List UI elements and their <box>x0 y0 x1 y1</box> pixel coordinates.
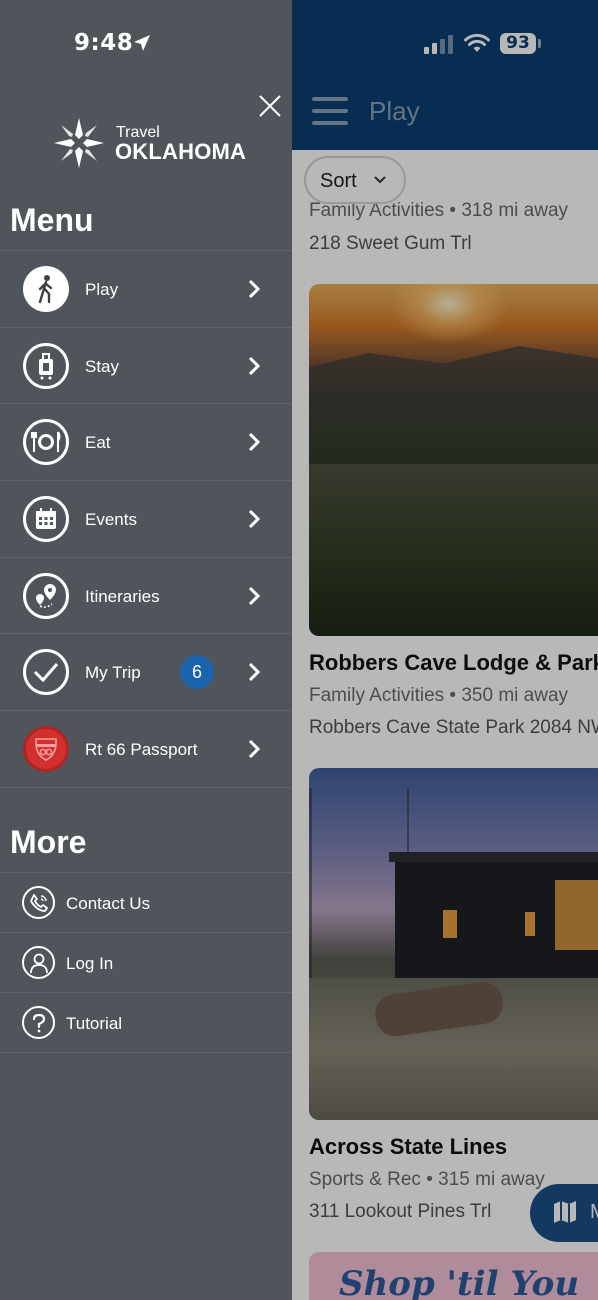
close-icon[interactable] <box>258 94 282 118</box>
more-item-label: Contact Us <box>66 894 151 913</box>
menu-item-play[interactable]: Play <box>0 251 292 328</box>
menu-item-stay[interactable]: Stay <box>0 328 292 405</box>
phone-icon <box>22 886 55 919</box>
question-icon <box>22 1006 55 1039</box>
drawer-overlay[interactable] <box>292 0 598 1300</box>
menu-heading: Menu <box>10 202 94 238</box>
menu-item-my-trip[interactable]: My Trip 6 <box>0 634 292 712</box>
user-icon <box>22 946 55 979</box>
chevron-right-icon <box>248 356 261 375</box>
more-item-label: Tutorial <box>66 1014 123 1033</box>
chevron-right-icon <box>248 586 261 605</box>
more-list: Contact Us Log In Tutorial <box>0 872 292 1053</box>
menu-list: Play Stay Eat Events Itineraries My Trip… <box>0 250 292 788</box>
menu-item-eat[interactable]: Eat <box>0 404 292 482</box>
more-heading: More <box>10 824 87 860</box>
more-item-log-in[interactable]: Log In <box>0 933 292 993</box>
menu-item-rt66-passport[interactable]: Rt 66 Passport <box>0 711 292 788</box>
route-pins-icon <box>23 572 69 619</box>
chevron-right-icon <box>248 433 261 452</box>
location-arrow-icon <box>134 35 150 51</box>
more-item-label: Log In <box>66 954 114 973</box>
route-66-shield-icon <box>23 726 69 773</box>
travel-oklahoma-logo: Travel OKLAHOMA <box>52 116 252 172</box>
menu-item-label: Play <box>85 280 119 299</box>
menu-item-label: Stay <box>85 356 120 376</box>
chevron-right-icon <box>248 279 261 299</box>
calendar-icon <box>23 496 69 543</box>
checkmark-icon <box>23 649 69 696</box>
trip-count-badge: 6 <box>180 655 214 690</box>
walking-person-icon <box>23 266 69 312</box>
menu-item-label: Itineraries <box>85 586 160 606</box>
logo-oklahoma-text: OKLAHOMA <box>115 139 247 164</box>
logo-star-icon <box>54 118 104 168</box>
side-drawer: 9:48 Travel OKLAHOMA Menu Play Stay Eat … <box>0 0 292 1300</box>
menu-item-label: Rt 66 Passport <box>85 740 198 760</box>
menu-item-label: My Trip <box>85 663 141 683</box>
chevron-right-icon <box>248 740 261 759</box>
more-item-contact-us[interactable]: Contact Us <box>0 873 292 933</box>
more-item-tutorial[interactable]: Tutorial <box>0 993 292 1053</box>
menu-item-label: Eat <box>85 433 111 453</box>
luggage-icon <box>23 342 69 389</box>
menu-item-events[interactable]: Events <box>0 481 292 558</box>
plate-utensils-icon <box>23 419 69 466</box>
menu-item-itineraries[interactable]: Itineraries <box>0 558 292 635</box>
chevron-right-icon <box>248 510 261 529</box>
chevron-right-icon <box>248 663 261 682</box>
status-time: 9:48 <box>74 30 134 56</box>
menu-item-label: Events <box>85 510 137 530</box>
